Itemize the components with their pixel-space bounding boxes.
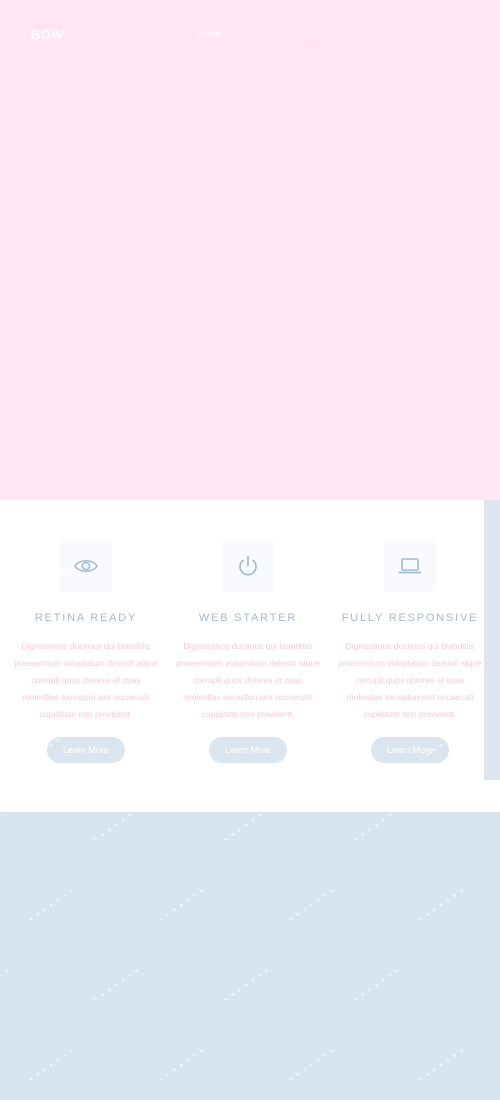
- feature-title: FULLY RESPONSIVE: [341, 612, 479, 624]
- feature-icon-box: [60, 540, 112, 592]
- features-section: RETINA READY Dignissimos ducimus qui bla…: [0, 500, 500, 812]
- nav-blog[interactable]: Blog: [387, 29, 405, 39]
- feature-description: Dignissimos ducimus qui blanditiis praes…: [176, 641, 320, 719]
- page: BOW. Home About Services Work Blog Conta…: [0, 0, 500, 1100]
- side-strip: [484, 500, 500, 780]
- eye-icon: [73, 553, 99, 579]
- learn-more-button[interactable]: Learn More: [47, 737, 125, 763]
- feature-icon-box: [384, 540, 436, 592]
- nav-services[interactable]: Services: [288, 29, 323, 39]
- feature-web-starter: WEB STARTER Dignissimos ducimus qui blan…: [173, 540, 323, 763]
- logo[interactable]: BOW.: [31, 27, 68, 42]
- feature-retina-ready: RETINA READY Dignissimos ducimus qui bla…: [11, 540, 161, 763]
- hero-section: BOW. Home About Services Work Blog Conta…: [0, 0, 500, 500]
- feature-icon-box: [222, 540, 274, 592]
- learn-more-button[interactable]: Learn More: [209, 737, 287, 763]
- nav-about[interactable]: About: [242, 29, 266, 39]
- bottom-section: [0, 812, 500, 1100]
- laptop-icon: [397, 553, 423, 579]
- feature-description: Dignissimos ducimus qui blanditiis praes…: [338, 641, 482, 719]
- nav-home[interactable]: Home: [196, 29, 220, 39]
- learn-more-button[interactable]: Learn More: [371, 737, 449, 763]
- main-nav: Home About Services Work Blog Contact: [196, 29, 458, 39]
- feature-fully-responsive: FULLY RESPONSIVE Dignissimos ducimus qui…: [335, 540, 485, 763]
- nav-contact[interactable]: Contact: [427, 29, 458, 39]
- feature-description: Dignissimos ducimus qui blanditiis praes…: [14, 641, 158, 719]
- feature-title: RETINA READY: [34, 612, 138, 624]
- feature-title: WEB STARTER: [198, 612, 298, 624]
- power-icon: [235, 553, 261, 579]
- nav-work[interactable]: Work: [344, 29, 365, 39]
